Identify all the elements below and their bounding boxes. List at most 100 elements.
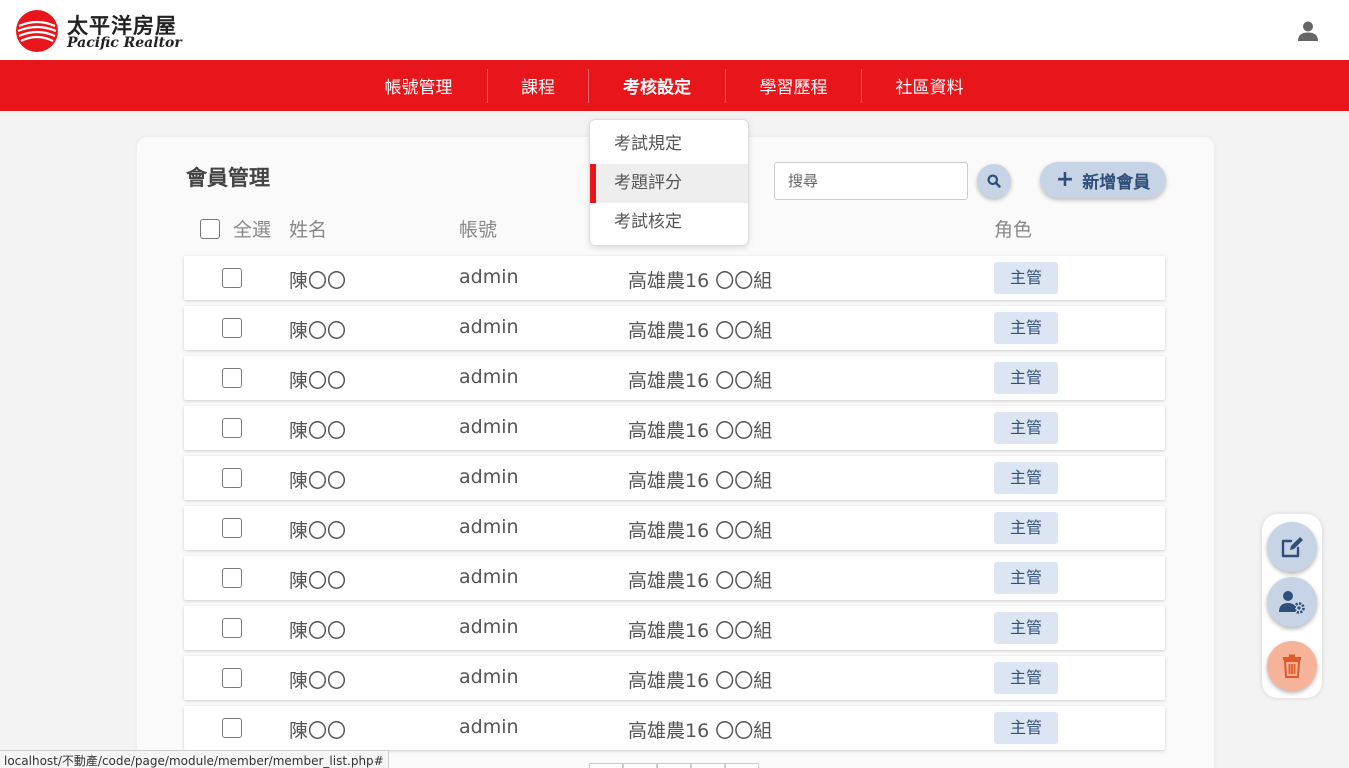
pagination-item[interactable] [691,763,725,768]
role-badge[interactable]: 主管 [994,512,1058,544]
row-checkbox[interactable] [222,418,242,438]
table-row[interactable]: 陳〇〇 admin 高雄農16 〇〇組 主管 [184,306,1165,350]
pagination-item[interactable] [589,763,623,768]
pagination-item[interactable] [725,763,759,768]
column-header-account: 帳號 [459,219,498,241]
table-row[interactable]: 陳〇〇 admin 高雄農16 〇〇組 主管 [184,406,1165,450]
member-name: 陳〇〇 [289,420,347,442]
member-account: admin [459,616,519,638]
member-account: admin [459,266,519,288]
member-account: admin [459,716,519,738]
member-group: 高雄農16 〇〇組 [628,720,773,742]
row-checkbox[interactable] [222,618,242,638]
nav-item-learning-history[interactable]: 學習歷程 [726,60,861,111]
member-group: 高雄農16 〇〇組 [628,320,773,342]
table-row[interactable]: 陳〇〇 admin 高雄農16 〇〇組 主管 [184,656,1165,700]
search-button[interactable] [977,164,1011,198]
role-badge[interactable]: 主管 [994,262,1058,294]
assessment-settings-dropdown: 考試規定 考題評分 考試核定 [589,119,749,246]
member-account: admin [459,466,519,488]
member-group: 高雄農16 〇〇組 [628,570,773,592]
dropdown-item-exam-approval[interactable]: 考試核定 [590,203,748,242]
row-checkbox[interactable] [222,318,242,338]
column-header-role: 角色 [994,219,1033,241]
nav-item-assessment-settings[interactable]: 考核設定 [589,60,725,111]
nav-item-account-management[interactable]: 帳號管理 [350,60,487,111]
row-checkbox[interactable] [222,518,242,538]
select-all-label: 全選 [233,219,272,241]
row-checkbox[interactable] [222,468,242,488]
browser-status-url: localhost/不動產/code/page/module/member/me… [0,750,389,768]
trash-icon [1283,654,1301,678]
edit-button[interactable] [1267,522,1317,572]
dropdown-item-exam-rules[interactable]: 考試規定 [590,125,748,164]
logo[interactable]: 太平洋房屋 Pacific Realtor [15,9,205,53]
member-group: 高雄農16 〇〇組 [628,470,773,492]
page-title: 會員管理 [186,166,270,190]
member-account: admin [459,316,519,338]
table-row[interactable]: 陳〇〇 admin 高雄農16 〇〇組 主管 [184,606,1165,650]
table-row[interactable]: 陳〇〇 admin 高雄農16 〇〇組 主管 [184,356,1165,400]
member-name: 陳〇〇 [289,270,347,292]
member-name: 陳〇〇 [289,370,347,392]
floating-action-group [1262,514,1322,698]
table-row[interactable]: 陳〇〇 admin 高雄農16 〇〇組 主管 [184,556,1165,600]
member-group: 高雄農16 〇〇組 [628,420,773,442]
search-input[interactable] [774,162,968,200]
row-checkbox[interactable] [222,268,242,288]
pagination-item[interactable] [623,763,657,768]
member-group: 高雄農16 〇〇組 [628,370,773,392]
row-checkbox[interactable] [222,668,242,688]
member-account: admin [459,366,519,388]
role-badge[interactable]: 主管 [994,612,1058,644]
member-account: admin [459,416,519,438]
search-icon [987,174,1001,188]
member-name: 陳〇〇 [289,520,347,542]
table-row[interactable]: 陳〇〇 admin 高雄農16 〇〇組 主管 [184,456,1165,500]
logo-text-en: Pacific Realtor [67,35,182,51]
pagination[interactable] [589,763,759,768]
role-badge[interactable]: 主管 [994,462,1058,494]
member-account: admin [459,566,519,588]
main-nav: 帳號管理 課程 考核設定 學習歷程 社區資料 [0,60,1349,111]
dropdown-item-question-scoring[interactable]: 考題評分 [590,164,748,203]
user-account-icon[interactable] [1297,20,1319,42]
user-settings-button[interactable] [1267,577,1317,627]
select-all-checkbox[interactable] [200,219,220,239]
member-name: 陳〇〇 [289,670,347,692]
role-badge[interactable]: 主管 [994,712,1058,744]
table-row[interactable]: 陳〇〇 admin 高雄農16 〇〇組 主管 [184,256,1165,300]
member-account: admin [459,516,519,538]
user-settings-icon [1279,591,1305,614]
member-group: 高雄農16 〇〇組 [628,270,773,292]
add-member-button[interactable]: + 新增會員 [1040,162,1166,198]
member-name: 陳〇〇 [289,320,347,342]
role-badge[interactable]: 主管 [994,412,1058,444]
member-group: 高雄農16 〇〇組 [628,520,773,542]
column-header-name: 姓名 [289,219,328,241]
nav-item-community-data[interactable]: 社區資料 [862,60,997,111]
row-checkbox[interactable] [222,718,242,738]
role-badge[interactable]: 主管 [994,562,1058,594]
table-row[interactable]: 陳〇〇 admin 高雄農16 〇〇組 主管 [184,706,1165,750]
member-group: 高雄農16 〇〇組 [628,620,773,642]
logo-mark-icon [16,10,58,52]
add-member-label: 新增會員 [1082,172,1151,193]
edit-icon [1281,537,1303,558]
member-name: 陳〇〇 [289,570,347,592]
member-name: 陳〇〇 [289,720,347,742]
delete-button[interactable] [1267,641,1317,691]
row-checkbox[interactable] [222,368,242,388]
member-name: 陳〇〇 [289,620,347,642]
role-badge[interactable]: 主管 [994,362,1058,394]
plus-icon: + [1055,167,1075,192]
pagination-item[interactable] [657,763,691,768]
nav-items: 帳號管理 課程 考核設定 學習歷程 社區資料 [350,60,997,111]
nav-item-courses[interactable]: 課程 [488,60,588,111]
role-badge[interactable]: 主管 [994,312,1058,344]
table-row[interactable]: 陳〇〇 admin 高雄農16 〇〇組 主管 [184,506,1165,550]
row-checkbox[interactable] [222,568,242,588]
member-account: admin [459,666,519,688]
top-header: 太平洋房屋 Pacific Realtor [0,0,1349,60]
role-badge[interactable]: 主管 [994,662,1058,694]
